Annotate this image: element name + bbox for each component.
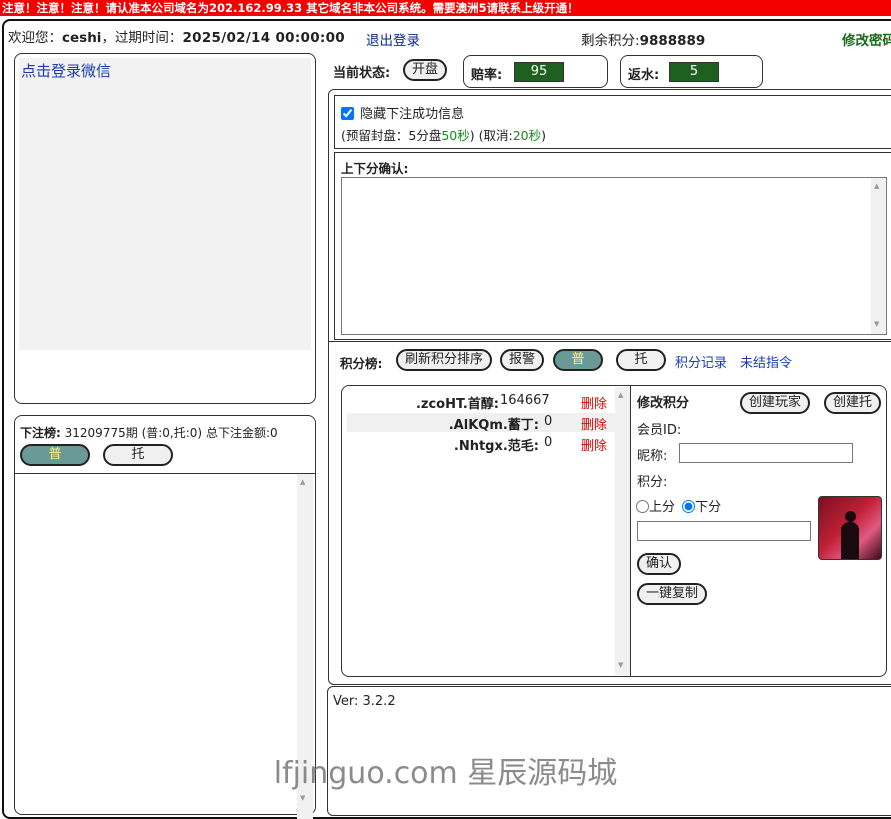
bet-board-summary: 下注榜: 31209775期 (普:0,托:0) 总下注金额:0 bbox=[20, 424, 278, 441]
delete-link[interactable]: 删除 bbox=[581, 393, 607, 412]
player-avatar bbox=[818, 496, 882, 560]
down-radio[interactable] bbox=[682, 500, 696, 513]
delete-link[interactable]: 删除 bbox=[581, 435, 607, 454]
rebate-box: 返水: 5 bbox=[620, 55, 763, 88]
bet-total: 总下注金额:0 bbox=[205, 426, 278, 440]
expire-label: ，过期时间： bbox=[101, 30, 183, 46]
points-amount-input[interactable] bbox=[637, 521, 811, 541]
ranking-name: .zcoHT.首醇: bbox=[415, 397, 499, 412]
wechat-panel: 点击登录微信 bbox=[14, 53, 316, 404]
odds-value[interactable]: 95 bbox=[514, 62, 564, 82]
bet-board-title: 下注榜: bbox=[20, 426, 61, 440]
nickname-input[interactable] bbox=[679, 443, 853, 463]
wechat-login-link[interactable]: 点击登录微信 bbox=[21, 60, 111, 81]
change-password-link[interactable]: 修改密码 bbox=[842, 29, 891, 49]
up-label: 上分 bbox=[649, 500, 676, 515]
domain-notice-banner: 注意！注意！注意！请认准本公司域名为202.162.99.33 其它域名非本公司… bbox=[0, 0, 891, 16]
ranking-area: .zcoHT.首醇: 164667 删除 .AlKQm.蓄丁: 0 删除 .Nh… bbox=[341, 385, 887, 677]
refresh-ranking-button[interactable]: 刷新积分排序 bbox=[396, 349, 493, 371]
ranking-row: .zcoHT.首醇: 164667 删除 bbox=[347, 393, 617, 412]
points-label: 积分: bbox=[637, 475, 668, 490]
delete-link[interactable]: 删除 bbox=[581, 414, 607, 433]
ranking-row: .AlKQm.蓄丁: 0 删除 bbox=[347, 413, 617, 433]
confirm-textarea[interactable] bbox=[341, 177, 887, 335]
version-text: Ver: 3.2.2 bbox=[333, 694, 396, 709]
cancel-seconds: 20秒 bbox=[512, 128, 542, 143]
pending-orders-link[interactable]: 未结指令 bbox=[740, 352, 792, 371]
rebate-value[interactable]: 5 bbox=[669, 62, 719, 82]
rebate-label: 返水: bbox=[628, 68, 660, 83]
confirm-label: 上下分确认: bbox=[341, 161, 409, 176]
points-value: 9888889 bbox=[639, 33, 706, 49]
member-id-label: 会员ID: bbox=[637, 423, 682, 438]
ranking-toolbar: 积分榜: 刷新积分排序 报警 普 托 积分记录 未结指令 bbox=[329, 341, 891, 381]
reserve-seconds: 50秒 bbox=[441, 128, 470, 143]
ranking-score: 0 bbox=[544, 414, 553, 429]
bet-tab-shill[interactable]: 托 bbox=[103, 444, 173, 466]
control-panel: 隐藏下注成功信息 (预留封盘：5分盘50秒) (取消:20秒) 上下分确认: ▲… bbox=[328, 89, 891, 685]
reserve-text: 5分盘 bbox=[408, 128, 442, 143]
bet-counts: (普:0,托:0) bbox=[141, 426, 203, 440]
bet-tab-normal[interactable]: 普 bbox=[20, 444, 90, 466]
ranking-score: 0 bbox=[544, 435, 553, 450]
hide-success-label: 隐藏下注成功信息 bbox=[360, 107, 465, 122]
close-paren-1: ) bbox=[469, 128, 475, 143]
confirm-section: 上下分确认: ▲ ▼ bbox=[334, 152, 891, 340]
ranking-list: .zcoHT.首醇: 164667 删除 .AlKQm.蓄丁: 0 删除 .Nh… bbox=[342, 386, 631, 676]
copy-all-button[interactable]: 一键复制 bbox=[637, 583, 708, 605]
ranking-tab-shill[interactable]: 托 bbox=[616, 349, 666, 371]
create-player-button[interactable]: 创建玩家 bbox=[740, 392, 811, 414]
create-shill-button[interactable]: 创建托 bbox=[824, 392, 882, 414]
status-label: 当前状态: bbox=[333, 66, 391, 81]
ranking-row: .Nhtgx.范毛: 0 删除 bbox=[347, 434, 617, 454]
wechat-qr-area bbox=[19, 58, 311, 350]
open-market-button[interactable]: 开盘 bbox=[403, 59, 448, 81]
edit-points-form: 修改积分 创建玩家 创建托 会员ID: 昵称: 积分: 上分 下分 确认 一键复… bbox=[632, 386, 888, 676]
user-header: 欢迎您：ceshi，过期时间：2025/02/14 00:00:00 bbox=[8, 29, 345, 47]
hide-success-row[interactable]: 隐藏下注成功信息 bbox=[341, 103, 464, 122]
ranking-score: 164667 bbox=[500, 393, 550, 408]
watermark: lfjinguo.com 星辰源码城 bbox=[273, 756, 618, 791]
edit-points-title: 修改积分 bbox=[637, 396, 690, 411]
points-label: 剩余积分: bbox=[581, 33, 640, 49]
bet-period: 31209775期 bbox=[64, 426, 138, 440]
close-paren-2: ) bbox=[541, 128, 547, 143]
logout-link[interactable]: 退出登录 bbox=[366, 29, 420, 49]
username: ceshi bbox=[62, 30, 102, 46]
confirm-scrollbar[interactable]: ▲ ▼ bbox=[871, 178, 886, 334]
points-records-link[interactable]: 积分记录 bbox=[675, 352, 727, 371]
ranking-scrollbar[interactable]: ▲ ▼ bbox=[615, 387, 630, 675]
odds-box: 赔率: 95 bbox=[463, 55, 608, 88]
cancel-prefix: (取消: bbox=[478, 128, 513, 143]
confirm-points-button[interactable]: 确认 bbox=[637, 553, 682, 575]
alarm-button[interactable]: 报警 bbox=[500, 349, 545, 371]
expire-time: 2025/02/14 00:00:00 bbox=[182, 30, 346, 46]
settings-section: 隐藏下注成功信息 (预留封盘：5分盘50秒) (取消:20秒) bbox=[334, 95, 891, 149]
down-label: 下分 bbox=[695, 500, 722, 515]
ranking-tab-normal[interactable]: 普 bbox=[553, 349, 603, 371]
hide-success-checkbox[interactable] bbox=[341, 107, 354, 120]
reserve-info: (预留封盘：5分盘50秒) (取消:20秒) bbox=[341, 125, 546, 144]
ranking-name: .AlKQm.蓄丁: bbox=[448, 418, 539, 433]
reserve-prefix: (预留封盘： bbox=[341, 128, 409, 143]
up-radio[interactable] bbox=[636, 500, 649, 513]
remaining-points: 剩余积分:9888889 bbox=[581, 29, 705, 49]
welcome-label: 欢迎您： bbox=[8, 30, 62, 46]
odds-label: 赔率: bbox=[471, 68, 503, 83]
nickname-label: 昵称: bbox=[637, 449, 668, 464]
ranking-label: 积分榜: bbox=[340, 356, 383, 371]
ranking-name: .Nhtgx.范毛: bbox=[453, 439, 539, 454]
points-direction: 上分 下分 bbox=[636, 496, 721, 515]
